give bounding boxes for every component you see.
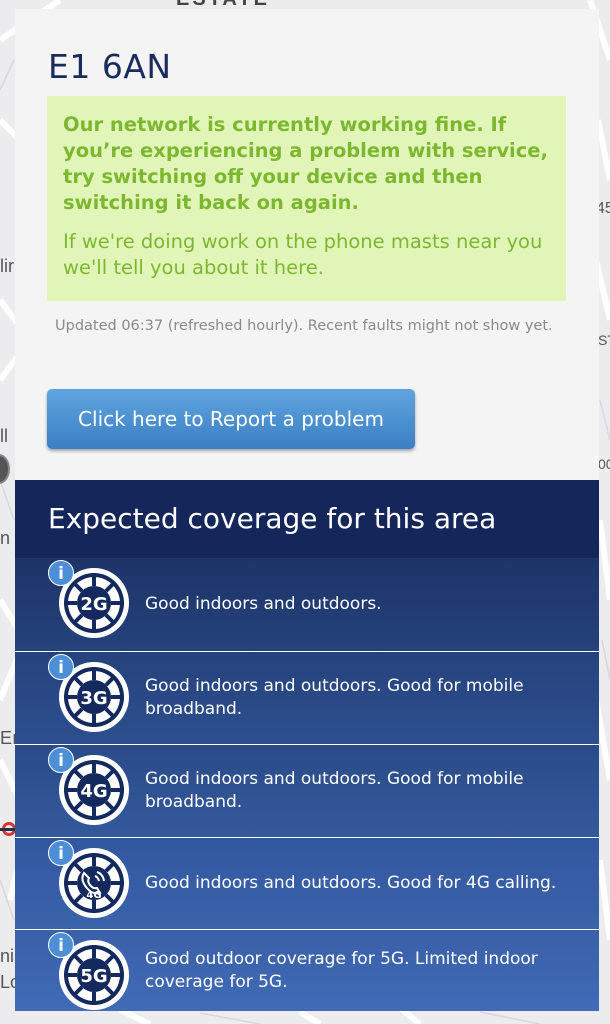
tech-label: 5G: [80, 966, 107, 987]
map-label-fragment: 00: [598, 456, 610, 472]
network-status-panel: E1 6AN Our network is currently working …: [15, 9, 599, 1011]
mast-work-notice: If we're doing work on the phone masts n…: [63, 230, 543, 279]
network-status-box: Our network is currently working fine. I…: [47, 96, 566, 301]
coverage-row-2g: 2G i Good indoors and outdoors.: [15, 558, 599, 651]
coverage-section: Expected coverage for this area 2G i Goo…: [15, 480, 599, 1011]
coverage-title: Expected coverage for this area: [48, 502, 497, 535]
report-problem-button[interactable]: Click here to Report a problem: [47, 389, 415, 449]
underground-station-icon: [0, 822, 19, 836]
info-icon[interactable]: i: [48, 932, 74, 958]
coverage-description: Good indoors and outdoors. Good for 4G c…: [145, 873, 557, 893]
info-icon[interactable]: i: [48, 747, 74, 773]
tech-label: 2G: [80, 594, 107, 615]
info-icon[interactable]: i: [48, 654, 74, 680]
coverage-row-4g-calling: 4G i Good indoors and outdoors. Good for…: [15, 837, 599, 929]
coverage-row-5g: 5G i Good outdoor coverage for 5G. Limit…: [15, 929, 599, 1011]
map-label-fragment: lir: [0, 256, 14, 276]
tech-label: 3G: [80, 688, 107, 709]
postcode-title: E1 6AN: [48, 47, 172, 86]
map-label-fragment: n: [0, 528, 11, 548]
coverage-description: Good indoors and outdoors. Good for mobi…: [145, 769, 524, 812]
updated-timestamp: Updated 06:37 (refreshed hourly). Recent…: [55, 318, 553, 334]
coverage-description: Good indoors and outdoors. Good for mobi…: [145, 676, 524, 719]
coverage-description: Good outdoor coverage for 5G. Limited in…: [145, 948, 538, 992]
info-icon[interactable]: i: [48, 560, 74, 586]
coverage-description: Good indoors and outdoors.: [145, 594, 382, 614]
tech-label: 4G: [80, 781, 107, 802]
tech-label: 4G: [86, 890, 101, 901]
coverage-row-3g: 3G i Good indoors and outdoors. Good for…: [15, 651, 599, 744]
map-label-fragment: ll: [0, 426, 8, 446]
coverage-row-4g: 4G i Good indoors and outdoors. Good for…: [15, 744, 599, 837]
map-label-fragment: ST: [598, 332, 610, 348]
info-icon[interactable]: i: [48, 840, 74, 866]
map-label-fragment: ni: [0, 946, 15, 966]
network-status-message: Our network is currently working fine. I…: [63, 113, 548, 214]
